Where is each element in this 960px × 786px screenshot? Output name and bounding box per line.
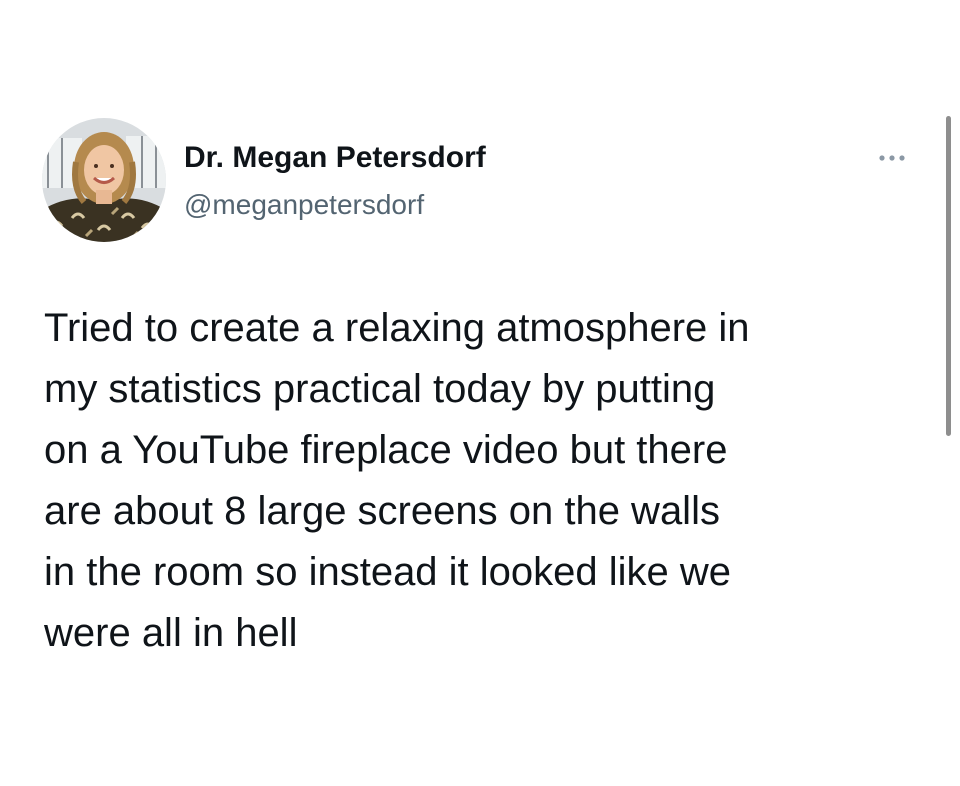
tweet-text-line: in the room so instead it looked like we [44,550,732,594]
tweet-text-line: are about 8 large screens on the walls [44,489,720,533]
avatar[interactable] [42,118,166,242]
tweet-text-line: were all in hell [44,611,298,655]
tweet-card: Dr. Megan Petersdorf @meganpetersdorf Tr… [0,0,960,786]
tweet-text-line: my statistics practical today by putting [44,367,716,411]
author-name[interactable]: Dr. Megan Petersdorf [184,140,486,176]
scrollbar[interactable] [946,116,951,436]
profile-photo-icon [42,118,166,242]
tweet-text-line: on a YouTube fireplace video but there [44,428,728,472]
more-options-icon[interactable] [874,148,910,168]
tweet-text-line: Tried to create a relaxing atmosphere in [44,306,750,350]
tweet-text: Tried to create a relaxing atmosphere in… [44,298,934,664]
author-handle[interactable]: @meganpetersdorf [184,188,424,222]
